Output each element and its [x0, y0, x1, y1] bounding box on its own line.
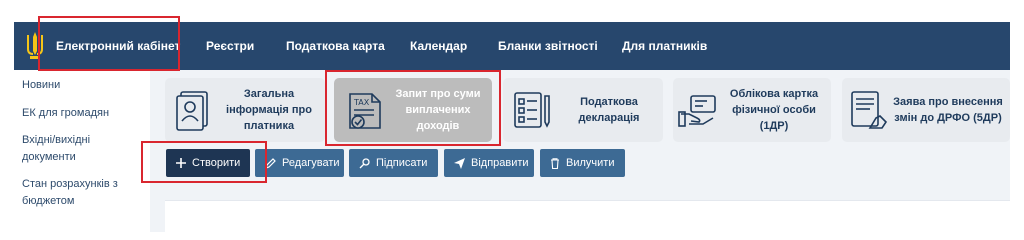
paper-plane-icon — [454, 157, 465, 169]
sidebar: Новини ЕК для громадян Вхідні/вихідні до… — [14, 70, 150, 232]
card-label: Облікова картка фізичної особи (1ДР) — [729, 88, 819, 132]
sidebar-item-ek-citizens[interactable]: ЕК для громадян — [22, 105, 142, 122]
send-button-label: Відправити — [471, 157, 529, 169]
card-tax-declaration[interactable]: Податкова декларація — [503, 78, 663, 142]
card-label: Загальна інформація про платника — [226, 88, 312, 132]
key-icon — [359, 157, 370, 168]
card-1dr[interactable]: Облікова картка фізичної особи (1ДР) — [673, 78, 831, 142]
sidebar-item-news[interactable]: Новини — [22, 77, 142, 94]
card-payer-info[interactable]: Загальна інформація про платника — [165, 78, 325, 142]
content-panel — [165, 200, 1010, 233]
edit-button-label: Редагувати — [282, 157, 340, 169]
sign-button[interactable]: Підписати — [349, 149, 438, 177]
card-label: Податкова декларація — [578, 96, 640, 124]
highlight-income-request-card — [325, 70, 501, 146]
application-icon — [851, 91, 888, 129]
nav-for-payers[interactable]: Для платників — [622, 22, 707, 70]
nav-registries[interactable]: Реєстри — [206, 22, 254, 70]
card-label: Заява про внесення змін до ДРФО (5ДР) — [893, 96, 1003, 124]
nav-report-forms[interactable]: Бланки звітності — [498, 22, 598, 70]
hand-card-icon — [678, 95, 716, 127]
highlight-create-button — [141, 141, 267, 183]
trash-icon — [551, 157, 559, 169]
checklist-icon — [514, 92, 550, 128]
nav-tax-map[interactable]: Податкова карта — [286, 22, 385, 70]
sign-button-label: Підписати — [376, 157, 428, 169]
unload-button-label: Вилучити — [566, 157, 615, 169]
unload-button[interactable]: Вилучити — [540, 149, 625, 177]
sidebar-item-documents[interactable]: Вхідні/вихідні документи — [22, 132, 122, 166]
id-card-icon — [176, 91, 208, 131]
send-button[interactable]: Відправити — [444, 149, 534, 177]
highlight-electronic-cabinet — [38, 16, 180, 71]
nav-calendar[interactable]: Календар — [410, 22, 467, 70]
sidebar-item-budget-settlements[interactable]: Стан розрахунків з бюджетом — [22, 176, 132, 210]
edit-button[interactable]: Редагувати — [255, 149, 344, 177]
card-5dr[interactable]: Заява про внесення змін до ДРФО (5ДР) — [842, 78, 1010, 142]
